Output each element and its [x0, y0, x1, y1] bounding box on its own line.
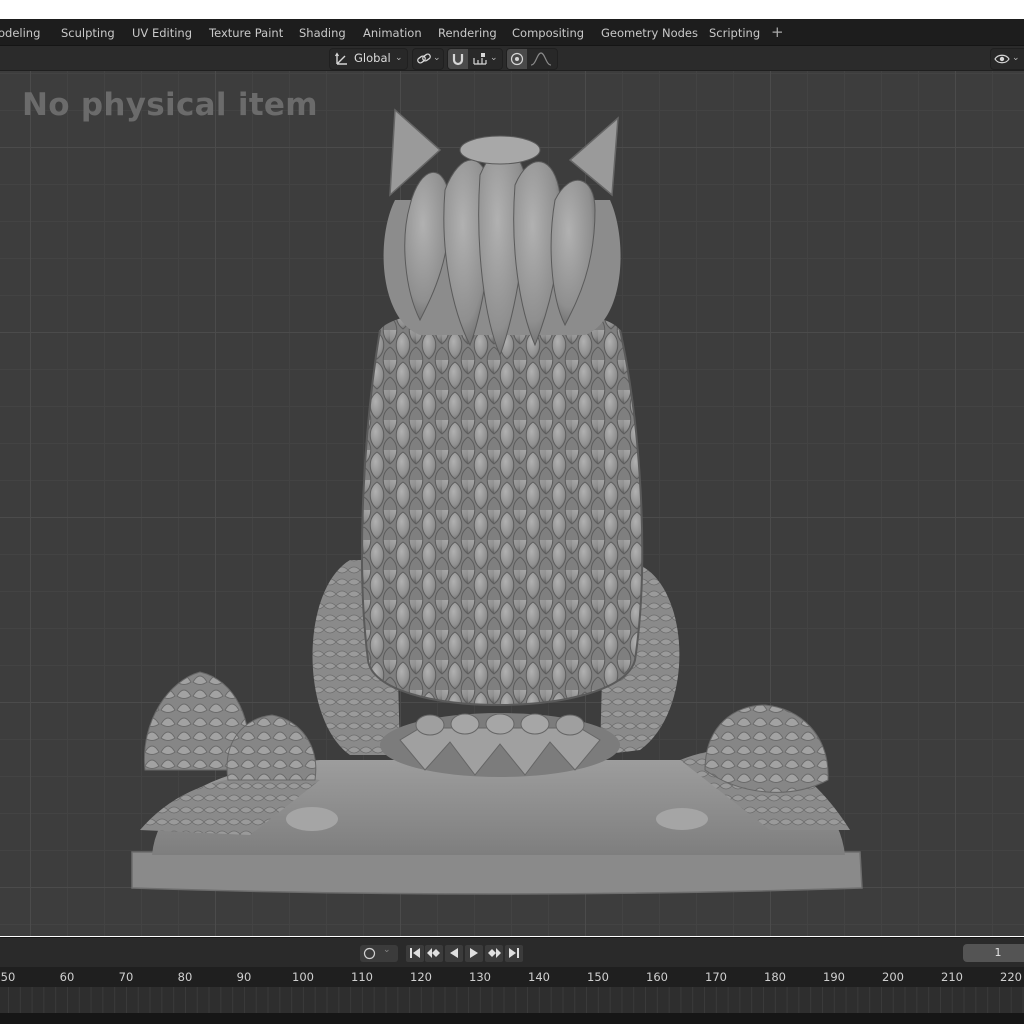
ruler-tick: 70: [118, 970, 134, 984]
pivot-point-dropdown[interactable]: ⌄: [412, 48, 444, 70]
play-reverse-icon: [450, 948, 458, 958]
eye-icon: [994, 54, 1010, 64]
chevron-down-icon: ⌄: [1012, 53, 1020, 63]
ruler-tick: 150: [587, 970, 609, 984]
ruler-tick: 60: [59, 970, 75, 984]
tab-modeling[interactable]: odeling: [0, 19, 40, 45]
timeline-header: ⌄ 1: [0, 937, 1024, 967]
ruler-tick: 220: [1000, 970, 1022, 984]
ruler-tick: 160: [646, 970, 668, 984]
magnet-icon: [452, 54, 464, 66]
tab-shading[interactable]: Shading: [299, 19, 346, 45]
chevron-down-icon: ⌄: [383, 945, 391, 955]
falloff-curve-icon: [530, 52, 552, 66]
play-icon: [470, 948, 478, 958]
chevron-down-icon: ⌄: [490, 53, 498, 63]
jump-to-end-button[interactable]: [505, 945, 523, 962]
chevron-down-icon: ⌄: [395, 53, 403, 63]
ruler-tick: 190: [823, 970, 845, 984]
ruler-tick: 50: [0, 970, 16, 984]
visibility-dropdown[interactable]: ⌄: [990, 48, 1024, 70]
jump-to-start-button[interactable]: [406, 945, 424, 962]
tab-texture-paint[interactable]: Texture Paint: [209, 19, 283, 45]
sculpted-owl-model: [131, 108, 863, 895]
current-frame-field[interactable]: 1: [963, 944, 1024, 962]
next-keyframe-icon: [488, 948, 501, 958]
transform-orientation-dropdown[interactable]: Global ⌄: [329, 48, 408, 70]
ruler-tick: 90: [236, 970, 252, 984]
transform-orientation-label: Global: [354, 51, 391, 65]
timeline-track-area[interactable]: [0, 987, 1024, 1013]
proportional-edit-icon: [510, 52, 524, 66]
ruler-tick: 180: [764, 970, 786, 984]
jump-end-icon: [509, 948, 519, 958]
keying-dropdown[interactable]: ⌄: [360, 945, 398, 962]
snap-toggle-button[interactable]: [448, 49, 468, 69]
tab-scripting[interactable]: Scripting: [709, 19, 760, 45]
ruler-tick: 120: [410, 970, 432, 984]
3d-viewport[interactable]: No physical item: [0, 71, 1024, 936]
status-bar: [0, 1013, 1024, 1024]
play-reverse-button[interactable]: [445, 945, 463, 962]
prev-keyframe-icon: [427, 948, 440, 958]
proportional-toggle-button[interactable]: [507, 49, 527, 69]
workspace-tab-bar: odeling Sculpting UV Editing Texture Pai…: [0, 19, 1024, 46]
base-bump: [656, 808, 708, 830]
viewport-overlay-text: No physical item: [22, 87, 318, 123]
ruler-tick: 110: [351, 970, 373, 984]
snap-increment-icon: [473, 53, 487, 65]
tab-animation[interactable]: Animation: [363, 19, 422, 45]
proportional-editing-group[interactable]: [506, 48, 558, 70]
viewport-header: Global ⌄ ⌄ ⌄ ⌄: [0, 46, 1024, 71]
prev-keyframe-button[interactable]: [425, 945, 443, 962]
tab-geometry-nodes[interactable]: Geometry Nodes: [601, 19, 698, 45]
orientation-axes-icon: [334, 52, 347, 65]
tab-sculpting[interactable]: Sculpting: [61, 19, 115, 45]
jump-start-icon: [410, 948, 420, 958]
ruler-tick: 130: [469, 970, 491, 984]
foot-rosette: [380, 713, 620, 777]
owl-body: [361, 307, 643, 705]
record-icon: [363, 947, 376, 960]
snapping-group[interactable]: ⌄: [447, 48, 503, 70]
tab-compositing[interactable]: Compositing: [512, 19, 584, 45]
ruler-tick: 140: [528, 970, 550, 984]
ruler-tick: 80: [177, 970, 193, 984]
next-keyframe-button[interactable]: [485, 945, 503, 962]
ruler-tick: 210: [941, 970, 963, 984]
tab-uv-editing[interactable]: UV Editing: [132, 19, 192, 45]
chevron-down-icon: ⌄: [433, 53, 441, 63]
add-workspace-button[interactable]: +: [771, 19, 784, 45]
ruler-tick: 100: [292, 970, 314, 984]
blender-window: odeling Sculpting UV Editing Texture Pai…: [0, 0, 1024, 1024]
tab-rendering[interactable]: Rendering: [438, 19, 497, 45]
link-icon: [417, 53, 431, 64]
base-bump: [286, 807, 338, 831]
ruler-tick: 170: [705, 970, 727, 984]
timeline-ruler[interactable]: 50 60 70 80 90 100 110 120 130 140 150 1…: [0, 967, 1024, 987]
base-rim: [131, 851, 863, 895]
play-button[interactable]: [465, 945, 483, 962]
ruler-tick: 200: [882, 970, 904, 984]
